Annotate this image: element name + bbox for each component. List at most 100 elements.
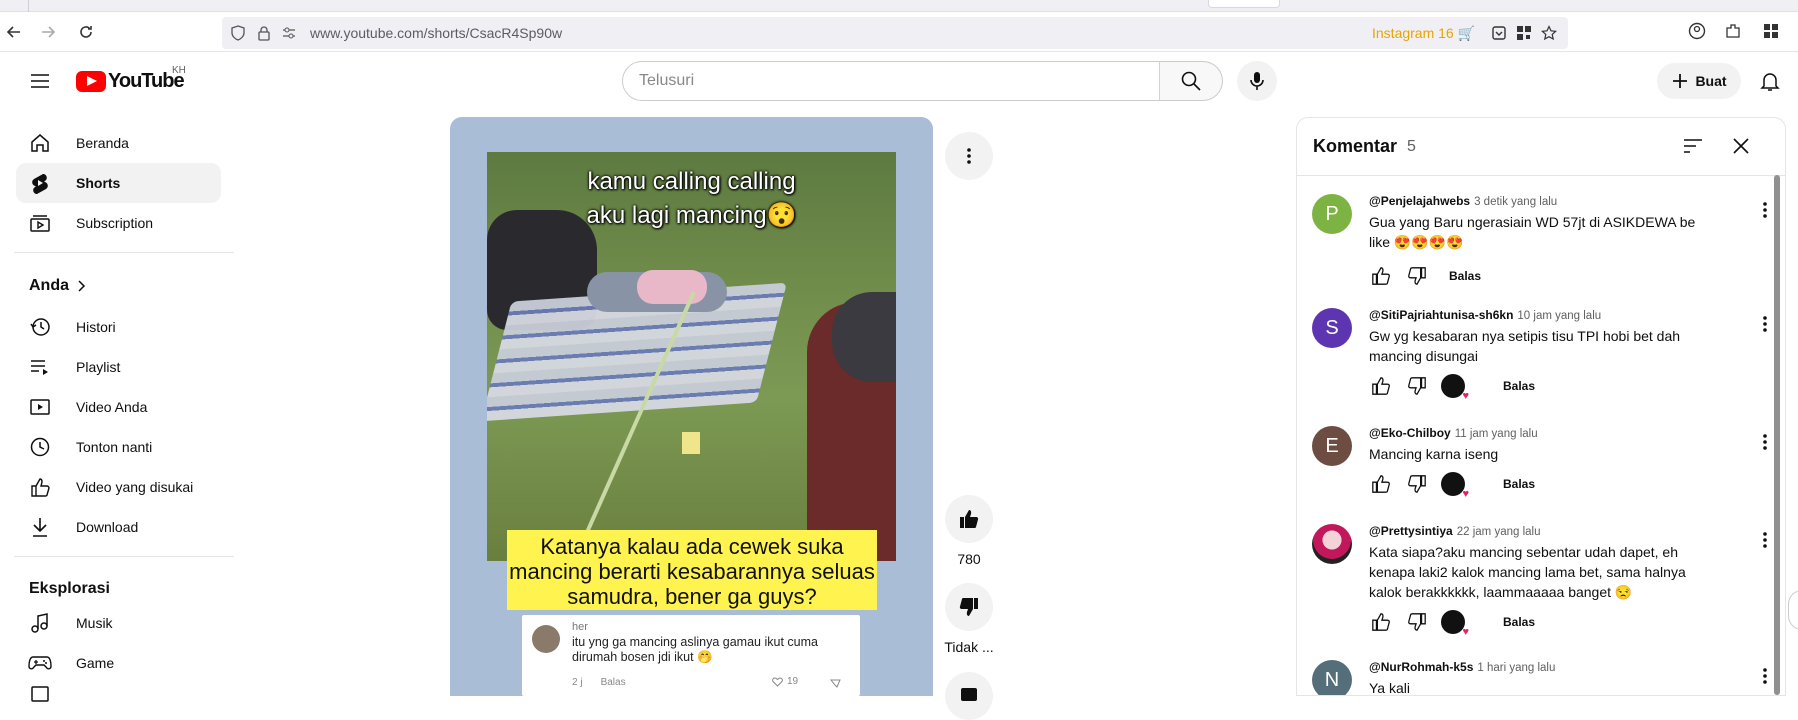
music-icon — [28, 611, 52, 635]
apps-grid-icon[interactable] — [1760, 20, 1782, 42]
search-button[interactable] — [1159, 61, 1223, 101]
reply-button[interactable]: Balas — [1503, 615, 1535, 629]
avatar[interactable]: P — [1312, 194, 1352, 234]
save-to-pocket-icon[interactable] — [1490, 24, 1508, 42]
close-icon[interactable] — [1729, 134, 1753, 158]
sidebar-item-label: Shorts — [76, 175, 121, 191]
sidebar-item-watch-later[interactable]: Tonton nanti — [16, 427, 221, 467]
comment-author-name[interactable]: @Eko-Chilboy — [1369, 426, 1451, 440]
address-bar[interactable]: www.youtube.com/shorts/CsacR4Sp90w Insta… — [222, 17, 1568, 49]
sidebar-item-playlist[interactable]: Playlist — [16, 347, 221, 387]
dislike-icon[interactable] — [1405, 610, 1429, 634]
sidebar-item-music[interactable]: Musik — [16, 603, 221, 643]
comment-author-name[interactable]: @SitiPajriahtunisa-sh6kn — [1369, 308, 1513, 322]
extensions-icon[interactable] — [1722, 20, 1744, 42]
shorts-video-player[interactable]: kamu calling calling aku lagi mancing😯 K… — [450, 117, 933, 696]
avatar[interactable]: N — [1312, 660, 1352, 695]
your-videos-icon — [28, 395, 52, 419]
sidebar-item-partial[interactable] — [16, 683, 221, 703]
like-icon[interactable] — [1369, 264, 1393, 288]
comment-author[interactable]: @Eko-Chilboy 11 jam yang lalu — [1369, 426, 1538, 440]
sidebar-item-home[interactable]: Beranda — [16, 123, 221, 163]
comment-time[interactable]: 3 detik yang lalu — [1474, 196, 1557, 208]
video-overlay-text: kamu calling calling aku lagi mancing😯 — [487, 165, 896, 233]
qr-code-icon[interactable] — [1515, 24, 1533, 42]
comments-button[interactable] — [945, 672, 993, 720]
pink-cloth-shape — [637, 270, 707, 304]
comment-author-name[interactable]: @NurRohmah-k5s — [1369, 660, 1473, 674]
sidebar-item-shorts[interactable]: Shorts — [16, 163, 221, 203]
dislike-button[interactable] — [945, 583, 993, 631]
instagram-extension-label[interactable]: Instagram 16 🛒 — [1372, 25, 1475, 42]
back-icon[interactable] — [2, 20, 26, 44]
comment-author[interactable]: @Prettysintiya 22 jam yang lalu — [1369, 524, 1540, 538]
comment-time[interactable]: 10 jam yang lalu — [1517, 310, 1601, 322]
comment-time[interactable]: 22 jam yang lalu — [1457, 526, 1541, 538]
embedded-comment-meta: 2 j Balas — [572, 677, 626, 688]
comment-actions: Balas — [1369, 264, 1481, 288]
like-icon[interactable] — [1369, 374, 1393, 398]
comments-title: Komentar — [1313, 136, 1398, 156]
comment-author[interactable]: @NurRohmah-k5s 1 hari yang lalu — [1369, 660, 1555, 674]
avatar[interactable] — [1312, 524, 1352, 564]
reply-button[interactable]: Balas — [1503, 477, 1535, 491]
comment-author-name[interactable]: @Prettysintiya — [1369, 524, 1453, 538]
like-button[interactable] — [945, 495, 993, 543]
comment-author[interactable]: @SitiPajriahtunisa-sh6kn 10 jam yang lalu — [1369, 308, 1601, 322]
reload-icon[interactable] — [74, 20, 98, 44]
dislike-label: Tidak ... — [944, 639, 994, 655]
sidebar-item-liked-videos[interactable]: Video yang disukai — [16, 467, 221, 507]
embedded-comment-like-count: 19 — [787, 676, 799, 687]
avatar[interactable]: S — [1312, 308, 1352, 348]
reply-button[interactable]: Balas — [1449, 269, 1481, 283]
notifications-bell-icon[interactable] — [1758, 69, 1782, 93]
bookmark-star-icon[interactable] — [1540, 24, 1558, 42]
search-input[interactable]: Telusuri — [622, 61, 1160, 101]
account-icon[interactable] — [1686, 20, 1708, 42]
sort-icon[interactable] — [1681, 134, 1705, 158]
comment-time[interactable]: 11 jam yang lalu — [1455, 428, 1538, 440]
comment-author[interactable]: @Penjelajahwebs 3 detik yang lalu — [1369, 194, 1557, 208]
active-tab[interactable] — [1208, 0, 1280, 8]
sidebar-you-heading[interactable]: Anda — [29, 277, 87, 295]
sidebar-item-your-videos[interactable]: Video Anda — [16, 387, 221, 427]
shield-icon[interactable] — [229, 24, 247, 42]
youtube-header: YouTube KH Telusuri Buat — [0, 53, 1798, 109]
dislike-icon[interactable] — [1405, 374, 1429, 398]
site-permissions-icon[interactable] — [280, 24, 298, 42]
sidebar-item-label: Game — [76, 655, 115, 671]
dislike-icon[interactable] — [1405, 472, 1429, 496]
sidebar-divider — [14, 556, 234, 557]
sidebar-item-history[interactable]: Histori — [16, 307, 221, 347]
comments-scrollbar[interactable] — [1774, 175, 1780, 695]
side-panel-tab[interactable] — [1788, 590, 1798, 630]
creator-heart-icon — [1441, 472, 1469, 500]
reply-button[interactable]: Balas — [1503, 379, 1535, 393]
dislike-icon — [829, 676, 841, 694]
overlay-line-1: kamu calling calling — [587, 168, 796, 195]
watch-later-icon — [28, 435, 52, 459]
comment-author-name[interactable]: @Penjelajahwebs — [1369, 194, 1470, 208]
like-icon[interactable] — [1369, 472, 1393, 496]
like-icon[interactable] — [1369, 610, 1393, 634]
sidebar-item-subscriptions[interactable]: Subscription — [16, 203, 221, 243]
comment-time[interactable]: 1 hari yang lalu — [1477, 662, 1555, 674]
create-button[interactable]: Buat — [1657, 63, 1741, 99]
lock-icon[interactable] — [255, 24, 273, 42]
menu-icon[interactable] — [28, 69, 52, 93]
home-icon — [28, 131, 52, 155]
forward-icon[interactable] — [36, 20, 60, 44]
voice-search-button[interactable] — [1237, 61, 1277, 101]
sidebar-item-gaming[interactable]: Game — [16, 643, 221, 683]
gaming-icon — [28, 651, 52, 675]
browser-navbar: www.youtube.com/shorts/CsacR4Sp90w Insta… — [0, 12, 1798, 52]
like-count: 780 — [957, 551, 981, 567]
avatar[interactable]: E — [1312, 426, 1352, 466]
sidebar-item-download[interactable]: Download — [16, 507, 221, 547]
embedded-comment-time: 2 j — [572, 677, 583, 688]
comments-header: Komentar 5 — [1297, 118, 1785, 176]
dislike-icon[interactable] — [1405, 264, 1429, 288]
youtube-logo[interactable]: YouTube KH — [76, 65, 186, 93]
url-text[interactable]: www.youtube.com/shorts/CsacR4Sp90w — [310, 25, 562, 41]
more-actions-button[interactable] — [945, 132, 993, 180]
